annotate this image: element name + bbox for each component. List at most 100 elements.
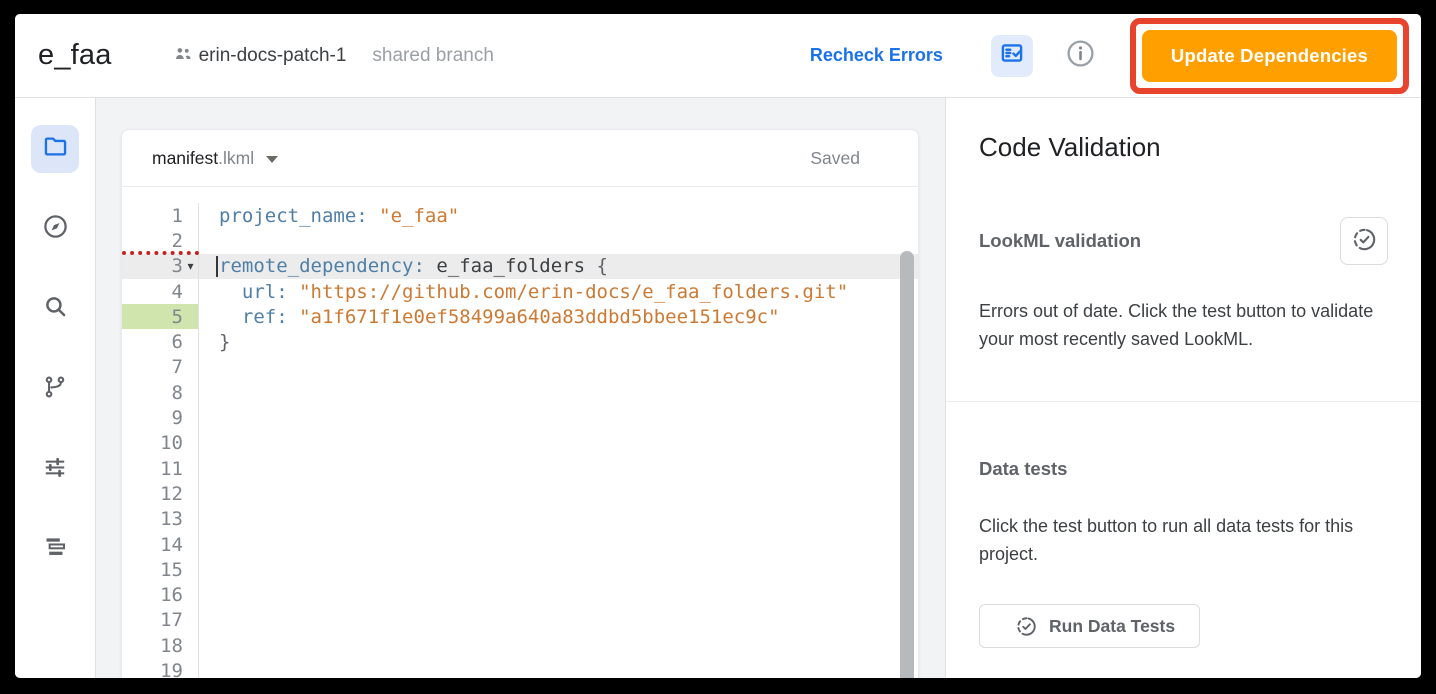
code-validation-panel: Code Validation LookML validation Errors… [945,98,1421,678]
chevron-down-icon [266,156,278,163]
code-line[interactable] [199,633,918,658]
run-data-tests-button[interactable]: Run Data Tests [979,604,1200,648]
screenshot-frame: e_faa erin-docs-patch-1 shared branch Re… [0,0,1436,694]
gutter-cell: 19 [122,658,199,678]
error-breakpoint-dotted-line [122,251,199,255]
line-number: 13 [160,508,183,530]
gutter-cell: 14 [122,532,199,557]
sidebar-item-search[interactable] [31,285,79,333]
code-line[interactable] [199,481,918,506]
sidebar-item-files[interactable] [31,125,79,173]
sidebar-item-explore[interactable] [31,205,79,253]
code-row: 18 [122,633,918,658]
validate-lookml-button[interactable] [1340,217,1388,265]
compass-icon [42,213,69,245]
code-row-active: 3 ▾ remote_dependency: e_faa_folders { [122,254,918,279]
annotation-highlight-box: Update Dependencies [1130,18,1409,94]
line-number: 14 [160,534,183,556]
fold-caret-icon[interactable]: ▾ [187,260,193,272]
gutter-cell: 2 [122,228,199,253]
code-line[interactable] [199,658,918,678]
ide-sidebar [15,98,96,678]
code-line[interactable]: url: "https://github.com/erin-docs/e_faa… [199,279,918,304]
code-line[interactable] [199,431,918,456]
branch-name: erin-docs-patch-1 [199,45,347,67]
gutter-cell: 7 [122,355,199,380]
text-cursor [216,256,218,277]
code-row: 4 url: "https://github.com/erin-docs/e_f… [122,279,918,304]
line-number: 18 [160,635,183,657]
code-row: 15 [122,557,918,582]
panel-title: Code Validation [979,132,1421,163]
gutter-cell-changed: 5 [122,304,199,329]
code-row: 8 [122,380,918,405]
gutter-cell: 17 [122,608,199,633]
code-row: 1 project_name: "e_faa" [122,203,918,228]
code-line[interactable]: ref: "a1f671f1e0ef58499a640a83ddbd5bbee1… [199,304,918,329]
folder-icon [42,133,69,165]
code-line[interactable] [199,228,918,253]
code-row: 16 [122,582,918,607]
code-row: 7 [122,355,918,380]
code-line[interactable] [199,582,918,607]
line-number: 1 [172,205,183,227]
lookml-validation-message: Errors out of date. Click the test butto… [979,297,1411,353]
sidebar-item-object-browser[interactable] [31,525,79,573]
tune-icon [42,454,68,485]
info-button[interactable] [1065,38,1096,74]
code-line[interactable] [199,405,918,430]
gutter-cell: 18 [122,633,199,658]
code-line[interactable]: } [199,329,918,354]
line-number: 11 [160,458,183,480]
code-line[interactable] [199,355,918,380]
code-row: 14 [122,532,918,557]
file-tab-selector[interactable]: manifest.lkml [152,148,278,169]
code-line[interactable]: remote_dependency: e_faa_folders { [199,254,918,279]
line-number: 16 [160,584,183,606]
gutter-cell: 12 [122,481,199,506]
editor-scrollbar[interactable] [900,251,914,678]
search-icon [42,293,69,325]
line-number: 2 [172,230,183,252]
line-number: 12 [160,483,183,505]
panel-divider [946,401,1421,402]
dashed-circle-check-icon [1351,226,1378,256]
branch-selector[interactable]: erin-docs-patch-1 [172,42,347,70]
line-number: 8 [172,382,183,404]
project-title: e_faa [38,39,112,72]
line-number: 19 [160,660,183,678]
sidebar-item-project-settings[interactable] [31,445,79,493]
gutter-cell: 1 [122,203,199,228]
line-number: 5 [172,306,183,328]
data-tests-message: Click the test button to run all data te… [979,512,1411,568]
recheck-errors-link[interactable]: Recheck Errors [810,45,943,66]
line-number: 6 [172,331,183,353]
branch-type-label: shared branch [372,45,493,67]
validation-results-button[interactable] [991,35,1033,77]
code-row: 5 ref: "a1f671f1e0ef58499a640a83ddbd5bbe… [122,304,918,329]
code-line[interactable] [199,532,918,557]
code-line[interactable] [199,507,918,532]
code-line[interactable] [199,557,918,582]
gutter-cell: 16 [122,582,199,607]
gutter-cell: 4 [122,279,199,304]
code-line[interactable] [199,380,918,405]
editor-file-header: manifest.lkml Saved [122,130,918,187]
gutter-cell: 6 [122,329,199,354]
code-row: 17 [122,608,918,633]
file-name: manifest [152,148,218,169]
code-row: 9 [122,405,918,430]
gutter-cell: 9 [122,405,199,430]
update-dependencies-button[interactable]: Update Dependencies [1142,30,1397,82]
line-number: 3 [172,255,183,277]
code-row: 6 } [122,329,918,354]
gutter-cell: 8 [122,380,199,405]
code-row: 10 [122,431,918,456]
line-number: 4 [172,281,183,303]
code-line[interactable] [199,456,918,481]
code-line[interactable] [199,608,918,633]
code-line[interactable]: project_name: "e_faa" [199,203,918,228]
sidebar-item-git-actions[interactable] [31,365,79,413]
git-branch-icon [42,374,68,405]
app-body: manifest.lkml Saved 1 project_name: "e_f… [15,98,1421,678]
